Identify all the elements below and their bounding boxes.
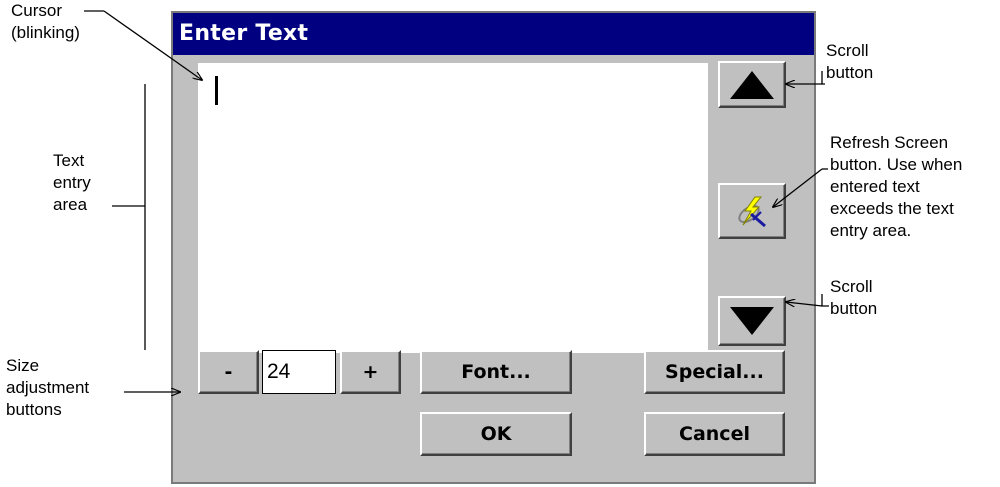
- annotation-size-adjust: Size adjustment buttons: [6, 356, 90, 419]
- text-cursor: [215, 76, 218, 105]
- cancel-button[interactable]: Cancel: [644, 412, 785, 456]
- scroll-down-button[interactable]: [718, 296, 786, 346]
- annotation-scroll-bottom: Scroll button: [830, 277, 878, 318]
- scroll-bottom-callout-line: [821, 294, 829, 307]
- triangle-up-icon: [730, 70, 774, 99]
- size-increase-button[interactable]: +: [340, 350, 401, 394]
- annotation-refresh: Refresh Screen button. Use when entered …: [830, 133, 963, 240]
- font-button[interactable]: Font...: [420, 350, 572, 394]
- special-button[interactable]: Special...: [644, 350, 785, 394]
- scroll-top-callout-line: [821, 71, 825, 85]
- annotation-text-entry: Text entry area: [53, 151, 91, 214]
- refresh-screen-icon: [738, 196, 766, 228]
- annotation-scroll-top: Scroll button: [826, 41, 874, 82]
- triangle-down-icon: [730, 307, 774, 335]
- annotation-cursor: Cursor (blinking): [11, 1, 80, 42]
- text-entry-area[interactable]: [198, 63, 708, 353]
- size-input[interactable]: 24: [262, 350, 336, 394]
- refresh-screen-button[interactable]: [718, 183, 786, 239]
- enter-text-dialog: Enter Text - 24 + Font... Special... OK …: [171, 11, 816, 484]
- scroll-up-button[interactable]: [718, 61, 786, 108]
- dialog-title: Enter Text: [173, 13, 814, 55]
- ok-button[interactable]: OK: [420, 412, 572, 456]
- size-decrease-button[interactable]: -: [198, 350, 259, 394]
